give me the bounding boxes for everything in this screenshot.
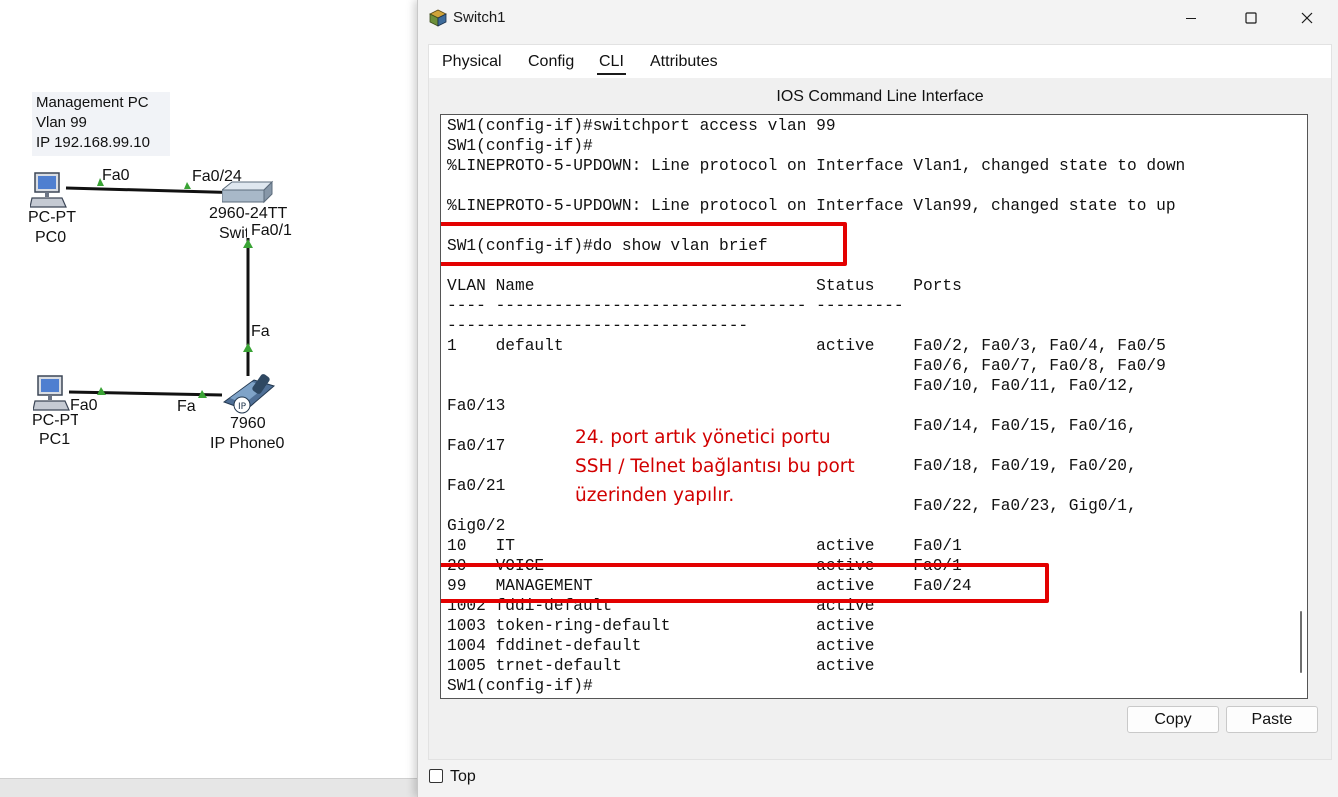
- cli-line: SW1(config-if)#switchport access vlan 99: [447, 117, 836, 135]
- cli-output[interactable]: SW1(config-if)#switchport access vlan 99…: [447, 116, 1185, 696]
- cli-line: %LINEPROTO-5-UPDOWN: Line protocol on In…: [447, 157, 1186, 175]
- svg-text:IP: IP: [238, 402, 247, 412]
- copy-button[interactable]: Copy: [1127, 706, 1219, 733]
- window-footer: Top: [418, 760, 1338, 797]
- cli-line: Fa0/10, Fa0/11, Fa0/12,: [447, 377, 1137, 395]
- window-titlebar[interactable]: Switch1: [418, 0, 1338, 36]
- pc0-port-label: Fa0: [102, 167, 130, 184]
- window-content: Physical Config CLI Attributes IOS Comma…: [428, 44, 1332, 760]
- cli-line: 1005 trnet-default active: [447, 657, 875, 675]
- cli-header: IOS Command Line Interface: [776, 88, 984, 105]
- cli-line: ---- -------------------------------- --…: [447, 297, 904, 315]
- window-title: Switch1: [453, 9, 506, 26]
- paste-button[interactable]: Paste: [1226, 706, 1318, 733]
- close-icon: [1301, 12, 1313, 24]
- workspace-horizontal-scrollbar[interactable]: [0, 778, 418, 797]
- cli-line: 1003 token-ring-default active: [447, 617, 875, 635]
- ip-phone-model: 7960: [230, 415, 266, 432]
- ip-phone-name: IP Phone0: [210, 435, 285, 452]
- cli-line: 1 default active Fa0/2, Fa0/3, Fa0/4, Fa…: [447, 337, 1166, 355]
- close-button[interactable]: [1284, 0, 1330, 36]
- note-line-2: Vlan 99: [36, 114, 87, 131]
- cli-line: 1004 fddinet-default active: [447, 637, 875, 655]
- pc0-model: PC-PT: [28, 209, 76, 226]
- cli-line: -------------------------------: [447, 317, 749, 335]
- pc1-name: PC1: [39, 431, 71, 448]
- tab-cli[interactable]: CLI: [597, 53, 626, 75]
- note-line-3: IP 192.168.99.10: [36, 134, 150, 151]
- minimize-button[interactable]: [1168, 0, 1214, 36]
- cli-line: Fa0/13: [447, 397, 506, 415]
- phone-left-port-label: Fa: [177, 398, 196, 415]
- cli-scrollbar[interactable]: [1297, 123, 1303, 689]
- cli-line: [447, 176, 1185, 196]
- switch-fa024-label: Fa0/24: [192, 168, 242, 185]
- cli-line: SW1(config-if)#: [447, 137, 593, 155]
- top-checkbox-label: Top: [450, 768, 476, 785]
- pc0-computer-icon[interactable]: [30, 171, 70, 211]
- cli-line: 10 IT active Fa0/1: [447, 537, 962, 555]
- cli-line: Fa0/6, Fa0/7, Fa0/8, Fa0/9: [447, 357, 1166, 375]
- annotation-note: 24. port artık yönetici portu SSH / Teln…: [575, 423, 855, 510]
- maximize-button[interactable]: [1228, 0, 1274, 36]
- cli-line: VLAN Name Status Ports: [447, 277, 962, 295]
- cli-scroll-thumb[interactable]: [1300, 611, 1302, 673]
- vlan99-highlight-box: [441, 563, 1049, 603]
- annotation-line-1: 24. port artık yönetici portu: [575, 427, 831, 448]
- pc0-name: PC0: [35, 229, 67, 246]
- tab-attributes[interactable]: Attributes: [648, 53, 720, 71]
- tab-config[interactable]: Config: [526, 53, 576, 71]
- switch-fa01-label: Fa0/1: [251, 222, 292, 239]
- tab-physical[interactable]: Physical: [440, 53, 504, 71]
- switch-name: Switch1: [219, 225, 247, 242]
- cli-console[interactable]: SW1(config-if)#switchport access vlan 99…: [440, 114, 1308, 699]
- packet-tracer-app-icon: [429, 9, 447, 27]
- cli-line: SW1(config-if)#: [447, 677, 593, 695]
- tab-bar: Physical Config CLI Attributes: [429, 45, 1331, 77]
- phone-up-port-label: Fa: [251, 323, 270, 340]
- ip-phone-icon[interactable]: IP: [222, 372, 276, 414]
- switch1-window: Switch1 Physical Config CLI Attributes I…: [417, 0, 1338, 797]
- annotation-line-3: üzerinden yapılır.: [575, 485, 735, 506]
- minimize-icon: [1186, 18, 1196, 19]
- cli-line: %LINEPROTO-5-UPDOWN: Line protocol on In…: [447, 197, 1176, 215]
- maximize-icon: [1245, 12, 1257, 24]
- cli-line: Gig0/2: [447, 517, 506, 535]
- pc1-port-label: Fa0: [70, 397, 98, 414]
- topology-workspace[interactable]: Management PC Vlan 99 IP 192.168.99.10 P…: [0, 0, 418, 797]
- top-checkbox[interactable]: [429, 769, 443, 783]
- note-line-1: Management PC: [36, 94, 149, 111]
- cli-panel: IOS Command Line Interface SW1(config-if…: [429, 78, 1331, 759]
- command-highlight-box: [441, 222, 847, 266]
- switch-model: 2960-24TT: [209, 205, 288, 222]
- annotation-line-2: SSH / Telnet bağlantısı bu port: [575, 456, 855, 477]
- pc1-computer-icon[interactable]: [33, 374, 73, 414]
- management-pc-note: Management PC Vlan 99 IP 192.168.99.10: [32, 92, 170, 156]
